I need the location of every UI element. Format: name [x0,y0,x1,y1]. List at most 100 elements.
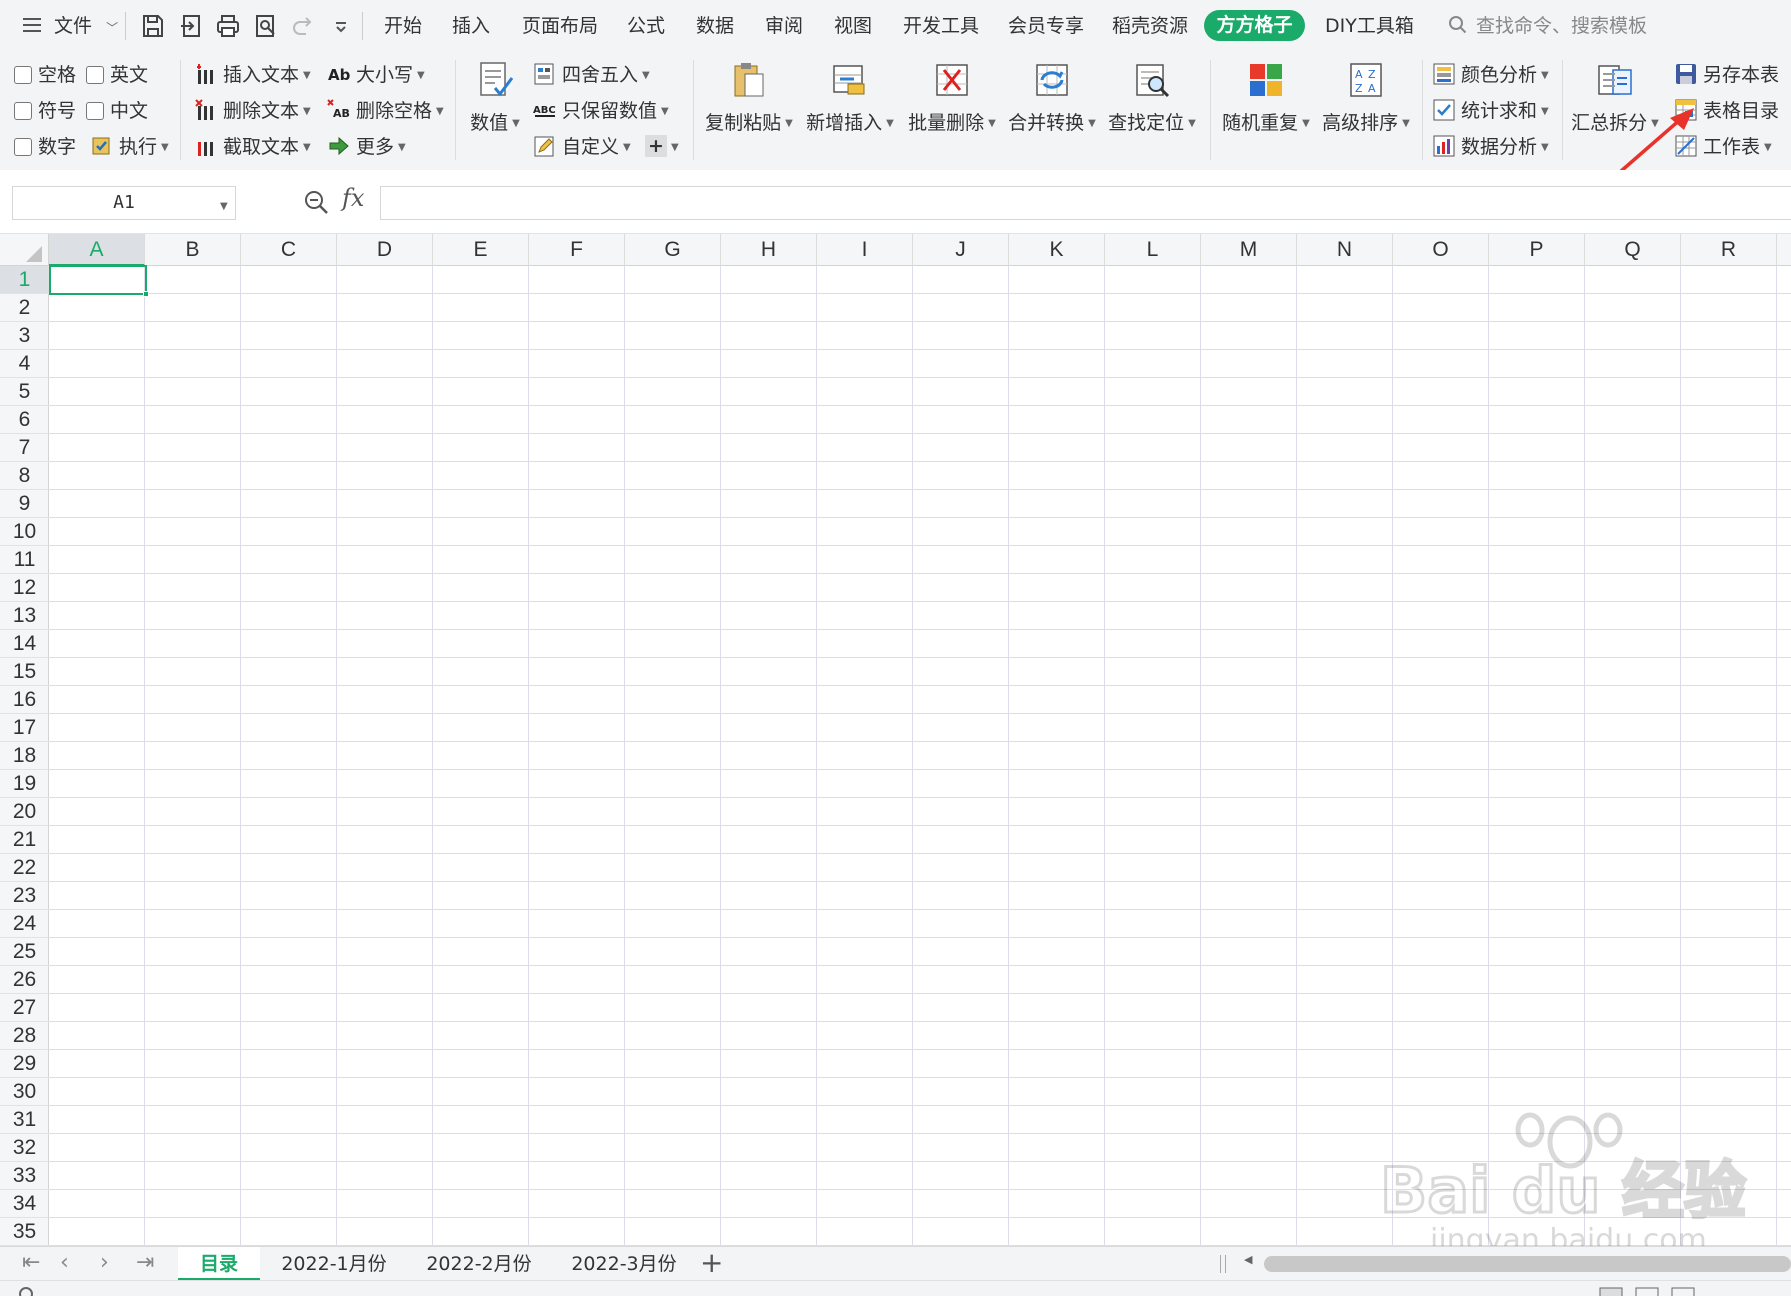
tab-fangfanggezi[interactable]: 方方格子 [1204,10,1305,41]
row-header-7[interactable]: 7 [0,434,49,462]
merge-convert-button[interactable]: 合并转换 ▼ [1008,60,1096,135]
row-header-16[interactable]: 16 [0,686,49,714]
row-header-13[interactable]: 13 [0,602,49,630]
execute-button[interactable]: 执行 ▼ [90,131,169,163]
row-header-8[interactable]: 8 [0,462,49,490]
row-header-25[interactable]: 25 [0,938,49,966]
column-header-n[interactable]: N [1297,234,1393,266]
checkbox-symbol[interactable]: 符号 [14,95,76,127]
tab-formulas[interactable]: 公式 [627,0,665,52]
save-sheet-as-button[interactable]: 另存本表 [1674,59,1779,91]
random-repeat-button[interactable]: 随机重复 ▼ [1222,60,1310,135]
file-menu[interactable]: 文件 ﹀ [22,0,118,52]
row-header-33[interactable]: 33 [0,1162,49,1190]
checkbox-number[interactable]: 数字 [14,131,76,163]
sheet-tab-mar[interactable]: 2022-3月份 [555,1247,693,1281]
horizontal-scrollbar[interactable] [1264,1256,1791,1272]
row-header-24[interactable]: 24 [0,910,49,938]
tab-diy-toolbox[interactable]: DIY工具箱 [1325,0,1414,52]
redo-icon[interactable] [290,13,316,39]
column-header-k[interactable]: K [1009,234,1105,266]
zoom-formula-icon[interactable] [302,188,330,216]
advanced-sort-button[interactable]: AZZA 高级排序 ▼ [1322,60,1410,135]
column-header-d[interactable]: D [337,234,433,266]
tab-member[interactable]: 会员专享 [1008,0,1084,52]
more-button[interactable]: 更多 ▼ [327,131,406,163]
prev-sheet-icon[interactable]: ‹ [60,1247,69,1281]
select-all-corner[interactable] [0,234,49,266]
row-header-15[interactable]: 15 [0,658,49,686]
batch-delete-button[interactable]: 批量删除 ▼ [908,60,996,135]
row-header-31[interactable]: 31 [0,1106,49,1134]
row-header-22[interactable]: 22 [0,854,49,882]
print-preview-icon[interactable] [253,13,279,39]
tab-docer[interactable]: 稻壳资源 [1112,0,1188,52]
sheet-tab-jan[interactable]: 2022-1月份 [265,1247,403,1281]
cell-area[interactable] [49,266,1791,1246]
row-header-28[interactable]: 28 [0,1022,49,1050]
formula-input[interactable] [380,186,1791,220]
row-header-23[interactable]: 23 [0,882,49,910]
row-header-20[interactable]: 20 [0,798,49,826]
row-header-26[interactable]: 26 [0,966,49,994]
row-header-35[interactable]: 35 [0,1218,49,1246]
data-analysis-button[interactable]: 数据分析 ▼ [1432,131,1549,163]
column-header-i[interactable]: I [817,234,913,266]
case-button[interactable]: Ab 大小写 ▼ [327,59,425,91]
row-header-1[interactable]: 1 [0,266,49,294]
column-header-m[interactable]: M [1201,234,1297,266]
macro-record-icon[interactable] [18,1283,42,1296]
row-header-32[interactable]: 32 [0,1134,49,1162]
row-header-17[interactable]: 17 [0,714,49,742]
tab-review[interactable]: 审阅 [765,0,803,52]
remove-spaces-button[interactable]: AB 删除空格 ▼ [327,95,444,127]
keep-values-button[interactable]: ABC 只保留数值 ▼ [533,95,669,127]
column-header-f[interactable]: F [529,234,625,266]
row-header-2[interactable]: 2 [0,294,49,322]
checkbox-chinese[interactable]: 中文 [86,95,148,127]
column-header-o[interactable]: O [1393,234,1489,266]
scroll-left-icon[interactable]: ◀ [1244,1253,1252,1266]
print-icon[interactable] [215,13,241,39]
tab-split-handle[interactable] [1220,1255,1226,1273]
row-header-21[interactable]: 21 [0,826,49,854]
column-header-b[interactable]: B [145,234,241,266]
next-sheet-icon[interactable]: › [100,1247,109,1281]
first-sheet-icon[interactable]: ⇤ [22,1247,40,1281]
row-header-27[interactable]: 27 [0,994,49,1022]
add-custom-button[interactable]: + ▼ [645,131,679,163]
row-header-11[interactable]: 11 [0,546,49,574]
column-header-e[interactable]: E [433,234,529,266]
last-sheet-icon[interactable]: ⇥ [136,1247,154,1281]
column-header-a[interactable]: A [49,234,145,266]
name-box-dropdown-icon[interactable]: ▼ [220,201,228,212]
add-insert-button[interactable]: 新增插入 ▼ [805,60,895,135]
sheet-tab-toc[interactable]: 目录 [178,1247,260,1281]
column-header-q[interactable]: Q [1585,234,1681,266]
fill-handle[interactable] [143,291,149,297]
stat-sum-button[interactable]: 统计求和 ▼ [1432,95,1549,127]
insert-text-button[interactable]: 插入文本 ▼ [194,59,311,91]
customize-toolbar-icon[interactable] [328,13,354,39]
fx-icon[interactable]: fx [342,184,364,212]
numeric-button[interactable]: 数值 ▼ [465,60,525,135]
checkbox-english[interactable]: 英文 [86,59,148,91]
column-header-p[interactable]: P [1489,234,1585,266]
checkbox-space[interactable]: 空格 [14,59,76,91]
find-locate-button[interactable]: 查找定位 ▼ [1108,60,1196,135]
color-analysis-button[interactable]: 颜色分析 ▼ [1432,59,1549,91]
add-sheet-icon[interactable]: + [700,1247,723,1281]
row-header-6[interactable]: 6 [0,406,49,434]
row-header-10[interactable]: 10 [0,518,49,546]
round-button[interactable]: 四舍五入 ▼ [533,59,650,91]
row-header-19[interactable]: 19 [0,770,49,798]
tab-page-layout[interactable]: 页面布局 [522,0,598,52]
column-header-g[interactable]: G [625,234,721,266]
column-header-r[interactable]: R [1681,234,1777,266]
row-header-30[interactable]: 30 [0,1078,49,1106]
sheet-tab-feb[interactable]: 2022-2月份 [410,1247,548,1281]
row-header-12[interactable]: 12 [0,574,49,602]
active-cell-highlight[interactable] [49,265,147,295]
extract-text-button[interactable]: 截取文本 ▼ [194,131,311,163]
row-header-4[interactable]: 4 [0,350,49,378]
